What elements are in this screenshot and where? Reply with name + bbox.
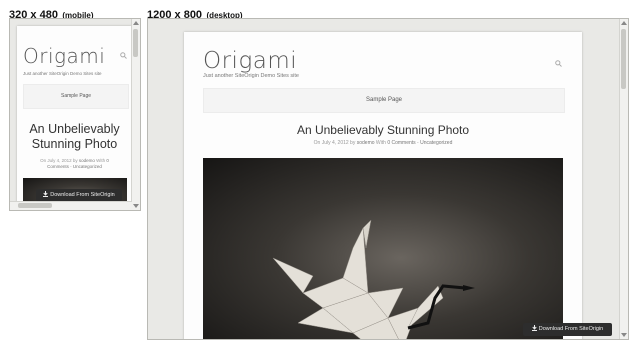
origami-crane-illustration [272, 219, 475, 339]
mobile-post-title-line2: Stunning Photo [31, 137, 118, 151]
mobile-horizontal-scrollbar[interactable] [10, 201, 132, 210]
mobile-meta-comments[interactable]: Comments [47, 164, 69, 169]
scroll-up-arrow-icon[interactable] [621, 21, 627, 25]
mobile-post-title-line1: An Unbelievably [29, 122, 120, 136]
download-arrow-icon [531, 325, 537, 331]
desktop-menu-sample-page[interactable]: Sample Page [203, 88, 565, 113]
mobile-meta-prefix: On July 4, 2012 by [40, 158, 78, 163]
search-icon[interactable] [120, 52, 127, 59]
desktop-page: Origami Just another SiteOrigin Demo Sit… [184, 32, 582, 339]
mobile-preview-frame[interactable]: Origami Just another SiteOrigin Demo Sit… [9, 18, 141, 211]
scroll-down-arrow-icon[interactable] [621, 333, 627, 337]
mobile-site-logo[interactable]: Origami [23, 44, 105, 68]
mobile-download-label: Download From SiteOrigin [50, 192, 115, 198]
desktop-meta-comments[interactable]: 0 Comments [387, 140, 415, 146]
desktop-site-logo[interactable]: Origami [203, 48, 297, 74]
desktop-post-meta: On July 4, 2012 by sodemo With 0 Comment… [184, 140, 582, 147]
desktop-meta-sep: - [417, 140, 419, 146]
desktop-meta-author[interactable]: sodemo [357, 140, 375, 146]
desktop-post-title[interactable]: An Unbelievably Stunning Photo [184, 123, 582, 137]
search-icon[interactable] [555, 60, 562, 67]
mobile-post-title[interactable]: An Unbelievably Stunning Photo [17, 122, 132, 152]
desktop-vertical-scroll-thumb[interactable] [621, 29, 626, 89]
desktop-preview-frame[interactable]: Origami Just another SiteOrigin Demo Sit… [147, 18, 629, 340]
desktop-post-photo [203, 158, 563, 339]
mobile-meta-with: With [96, 158, 106, 163]
desktop-download-button[interactable]: Download From SiteOrigin [523, 323, 612, 336]
mobile-download-button[interactable]: Download From SiteOrigin [36, 189, 122, 201]
desktop-tagline: Just another SiteOrigin Demo Sites site [203, 73, 299, 79]
scroll-up-arrow-icon[interactable] [133, 21, 139, 25]
mobile-horizontal-scroll-thumb[interactable] [18, 203, 52, 208]
desktop-meta-category[interactable]: Uncategorized [420, 140, 452, 146]
mobile-tagline: Just another SiteOrigin Demo Sites site [23, 71, 102, 76]
mobile-meta-comment-count[interactable]: 0 [106, 158, 109, 163]
mobile-meta-author[interactable]: sodemo [79, 158, 95, 163]
download-arrow-icon [43, 191, 49, 197]
mobile-menu-sample-page[interactable]: Sample Page [23, 84, 129, 109]
mobile-meta-sep: - [70, 164, 72, 169]
desktop-meta-with: With [375, 140, 386, 146]
mobile-meta-category[interactable]: Uncategorized [73, 164, 102, 169]
desktop-meta-prefix: On July 4, 2012 by [313, 140, 356, 146]
desktop-download-label: Download From SiteOrigin [538, 326, 604, 332]
mobile-vertical-scrollbar[interactable] [131, 19, 140, 210]
mobile-post-meta: On July 4, 2012 by sodemo With 0 Comment… [17, 158, 132, 170]
mobile-page: Origami Just another SiteOrigin Demo Sit… [17, 26, 132, 210]
scroll-down-arrow-icon[interactable] [133, 204, 139, 208]
mobile-vertical-scroll-thumb[interactable] [133, 29, 138, 57]
desktop-vertical-scrollbar[interactable] [619, 19, 628, 339]
